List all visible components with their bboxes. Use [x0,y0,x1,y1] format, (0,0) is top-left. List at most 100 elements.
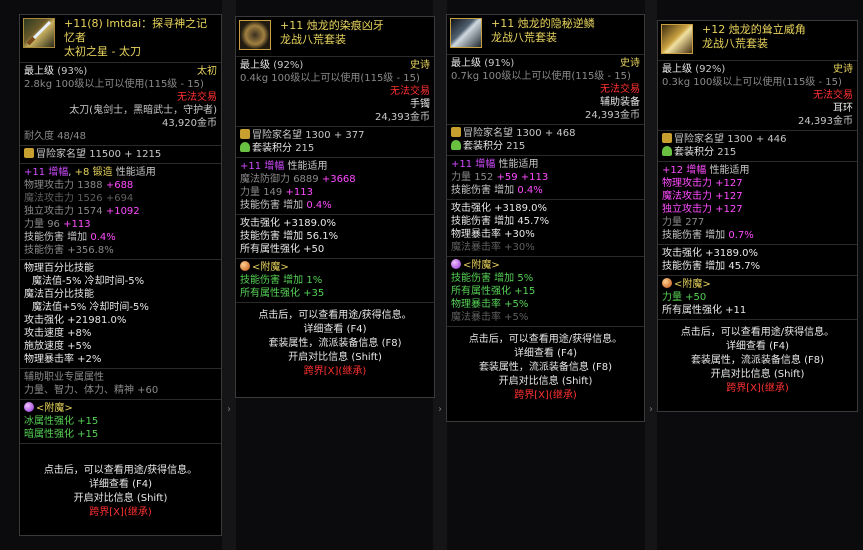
cross-realm-hint[interactable]: 跨界[X](继承) [662,382,853,396]
stat-name: 魔法攻击力 [24,193,74,204]
item-tooltip-bracelet[interactable]: +11 烛龙的染痕凶牙 龙战八荒套装 最上级 (92%) 史诗 0.4kg 100… [235,16,435,398]
orb-icon [662,278,672,288]
compare-hint[interactable]: 开启对比信息 (Shift) [24,492,217,506]
amp-stat-line: 物理攻击力 +127 [662,178,743,189]
set-point-value: 215 [295,143,315,154]
perf-label: 性能适用 [709,165,750,176]
stat-value: 277 [685,217,705,228]
footer-hint: 点击后，可以查看用途/获得信息。 [43,465,198,476]
detail-view-hint[interactable]: 详细查看 (F4) [662,340,853,354]
grade-percent: (93%) [57,66,88,77]
grade-label: 最上级 [662,64,692,75]
stat-name: 力量 [662,217,682,228]
tooltip-footer: 点击后，可以查看用途/获得信息。 详细查看 (F4) 套装属性，流派装备信息 (… [658,320,857,400]
enchant-line: 力量 +50 [662,292,707,303]
renown-icon [451,127,461,137]
compare-hint[interactable]: 开启对比信息 (Shift) [662,368,853,382]
compare-hint[interactable]: 开启对比信息 (Shift) [240,351,430,365]
stat-bonus: 0.4% [90,232,116,243]
footer-hint: 点击后，可以查看用途/获得信息。 [468,334,623,345]
stat-name: 技能伤害 增加 [662,230,726,241]
option-line: 魔法百分比技能 [24,289,94,300]
cross-realm-hint[interactable]: 跨界[X](继承) [451,389,640,403]
set-info-hint[interactable]: 套装属性，流派装备信息 (F8) [662,354,853,368]
compare-hint[interactable]: 开启对比信息 (Shift) [451,375,640,389]
set-point-icon [662,146,672,156]
collapse-arrow-icon[interactable]: › [647,395,655,425]
detail-view-hint[interactable]: 详细查看 (F4) [24,478,217,492]
option-line: 攻击强化 +3189.0% [240,218,337,229]
options-section: 攻击强化 +3189.0% 技能伤害 增加 45.7% [658,245,857,276]
item-title: +11 烛龙的染痕凶牙 [280,19,384,32]
amp-label: 增幅 [475,159,496,170]
trade-status: 无法交易 [600,84,640,95]
stat-bonus: 0.4% [517,185,543,196]
item-price: 24,393金币 [375,112,430,123]
stat-value: 1388 [77,180,103,191]
stat-name: 独立攻击力 [24,206,74,217]
set-info-hint[interactable]: 套装属性，流派装备信息 (F8) [240,337,430,351]
grade-percent: (91%) [484,58,515,69]
grade-percent: (92%) [695,64,726,75]
tooltip-footer: 点击后，可以查看用途/获得信息。 详细查看 (F4) 开启对比信息 (Shift… [20,458,221,524]
stat-bonus: +59 [496,172,518,183]
stat-value: 149 [263,187,283,198]
stat-bonus: 0.4% [306,200,332,211]
collapse-arrow-icon[interactable]: › [436,395,444,425]
auxiliary-section: 辅助职业专属属性 力量、智力、体力、精神 +60 [20,369,221,400]
usable-classes: 太刀(鬼剑士，黑暗武士，守护者) [69,105,217,116]
stat-name: 魔法防御力 [240,174,290,185]
perf-label: 性能适用 [115,167,156,178]
game-background [433,0,447,550]
enchant-line: 所有属性强化 +11 [662,305,747,316]
option-line: 攻击速度 +8% [24,328,92,339]
option-line: 物理百分比技能 [24,263,94,274]
renown-label: 冒险家名望 [674,134,724,145]
stat-bonus: +3668 [321,174,356,185]
option-line: 所有属性强化 +50 [240,244,325,255]
set-info-hint[interactable]: 套装属性，流派装备信息 (F8) [451,361,640,375]
renown-bonus: + 446 [755,134,787,145]
amp-level: +11 [451,159,473,170]
options-section: 攻击强化 +3189.0% 技能伤害 增加 45.7% 物理暴击率 +30% 魔… [447,200,644,257]
amp-level: +11 [240,161,262,172]
set-point-value: 215 [506,141,526,152]
renown-icon [24,148,34,158]
weight: 0.7kg [451,71,480,82]
item-subtitle: 龙战八荒套装 [702,37,768,50]
detail-view-hint[interactable]: 详细查看 (F4) [451,347,640,361]
stat-name: 力量 [240,187,260,198]
enchant-line: 所有属性强化 +35 [240,288,325,299]
stat-name: 力量 [451,172,471,183]
trade-status: 无法交易 [813,90,853,101]
renown-bonus: + 468 [544,128,576,139]
item-tooltip-support[interactable]: +11 烛龙的隐秘逆鳞 龙战八荒套装 最上级 (91%) 史诗 0.7kg 100… [446,14,645,422]
renown-label: 冒险家名望 [36,149,86,160]
option-line: 技能伤害 增加 45.7% [451,216,550,227]
item-tooltip-earring[interactable]: +12 烛龙的耸立威角 龙战八荒套装 最上级 (92%) 史诗 0.3kg 100… [657,20,858,412]
grade-percent: (92%) [273,60,304,71]
perf-label: 性能适用 [498,159,539,170]
enchant-line: 冰属性强化 +15 [24,416,99,427]
stats-section: +11 增幅 性能适用 力量 152 +59 +113 技能伤害 增加 0.4% [447,156,644,200]
item-tooltip-weapon[interactable]: +11(8) lmtdai：探寻神之记忆者 太初之星 - 太刀 最上级 (93%… [19,14,222,536]
item-title: +12 烛龙的耸立威角 [702,23,806,36]
amp-stat-line: 魔法攻击力 +127 [662,191,743,202]
enchant-line: 所有属性强化 +15 [451,286,536,297]
cross-realm-hint[interactable]: 跨界[X](继承) [240,365,430,379]
option-line: 物理暴击率 +30% [451,229,535,240]
cross-realm-hint[interactable]: 跨界[X](继承) [24,506,217,520]
orb-icon [240,261,250,271]
collapse-arrow-icon[interactable]: › [225,395,233,425]
katana-icon [23,18,55,48]
amp-label: 增幅 [686,165,707,176]
item-slot: 手镯 [410,99,430,110]
enchant-section: <附魔> 技能伤害 增加 5% 所有属性强化 +15 物理暴击率 +5% 魔法暴… [447,257,644,327]
stats-section: +12 增幅 性能适用 物理攻击力 +127 魔法攻击力 +127 独立攻击力 … [658,162,857,245]
weight: 0.4kg [240,73,269,84]
renown-section: 冒险家名望 11500 + 1215 [20,146,221,164]
stat-bonus: +1092 [105,206,140,217]
stat-bonus: +113 [520,172,549,183]
detail-view-hint[interactable]: 详细查看 (F4) [240,323,430,337]
stat-value: 1526 [77,193,103,204]
